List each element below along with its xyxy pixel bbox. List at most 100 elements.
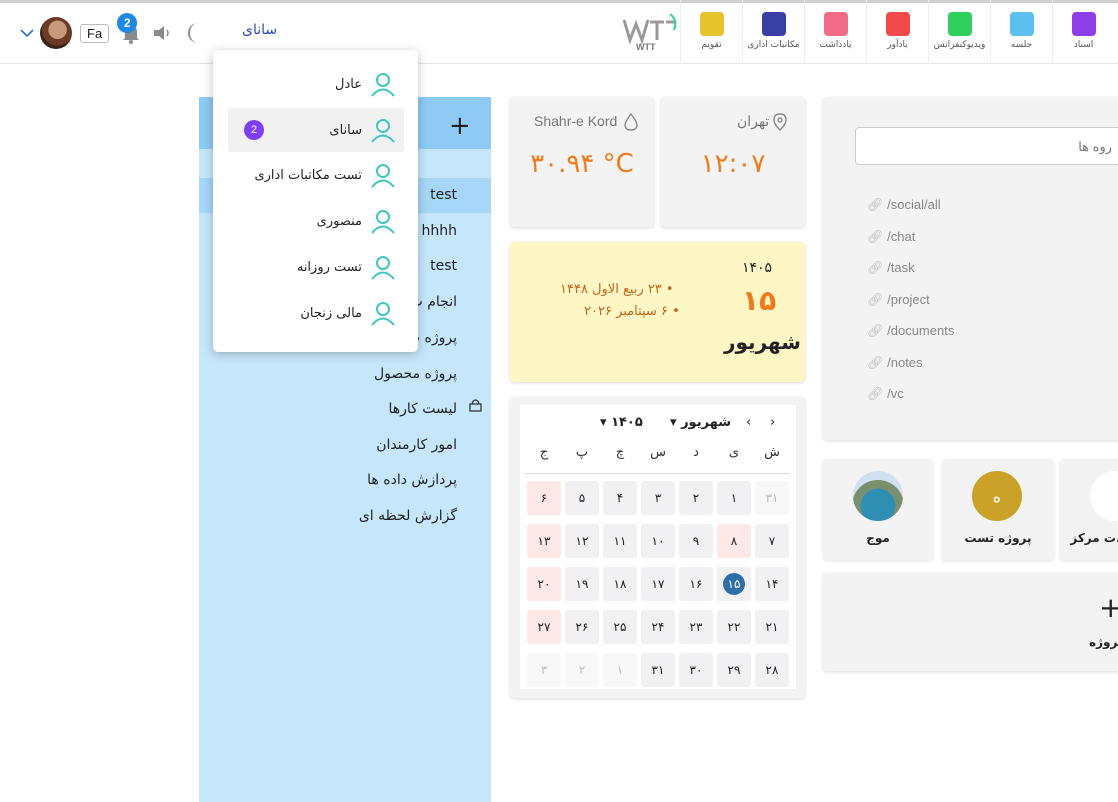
calendar-day[interactable]: ۲۸ (755, 653, 789, 687)
chevron-down-icon[interactable] (18, 24, 36, 42)
user-menu-item[interactable]: تست مکاتبات اداری (228, 153, 404, 197)
task-list-item[interactable]: پردازش داده ها (199, 463, 491, 498)
add-project-card[interactable]: + پروژه (823, 573, 1118, 671)
project-card[interactable]: ه پروژه تست (942, 459, 1054, 560)
calendar-day[interactable]: ۱۵ (717, 567, 751, 601)
route-link[interactable]: 🔗︎ /vc (867, 386, 904, 402)
notifications-button[interactable]: 2 (117, 13, 143, 45)
calendar-day[interactable]: ۳۰ (679, 653, 713, 687)
calendar-day[interactable]: ۱۶ (679, 567, 713, 601)
route-link[interactable]: 🔗︎ /social/all (867, 197, 941, 213)
moon-icon[interactable] (185, 22, 205, 44)
calendar-day[interactable]: ۳۱ (755, 481, 789, 515)
route-link[interactable]: 🔗︎ /documents (867, 323, 954, 339)
day-label: ۱۵ (742, 284, 777, 317)
calendar-day[interactable]: ۲۶ (565, 610, 599, 644)
calendar-day[interactable]: ۲۷ (527, 610, 561, 644)
calendar-day-number: ۲۳ (689, 620, 703, 634)
calendar-day[interactable]: ۳ (641, 481, 675, 515)
calendar-day[interactable]: ۱۰ (641, 524, 675, 558)
task-list-item[interactable]: پروژه محصول (199, 357, 491, 392)
user-menu-item[interactable]: تست روزانه (228, 245, 404, 289)
calendar-day[interactable]: ۱۹ (565, 567, 599, 601)
calendar-day[interactable]: ۴ (603, 481, 637, 515)
route-link[interactable]: 🔗︎ /notes (867, 355, 923, 371)
user-menu-item-label: تست مکاتبات اداری (254, 167, 362, 183)
calendar-day[interactable]: ۹ (679, 524, 713, 558)
app-alarm[interactable]: یادآور (866, 0, 928, 64)
calendar-day[interactable]: ۱۴ (755, 567, 789, 601)
calendar-day[interactable]: ۲۹ (717, 653, 751, 687)
calendar-day[interactable]: ۸ (717, 524, 751, 558)
mail-icon (761, 12, 786, 36)
calendar-day[interactable]: ۲۵ (603, 610, 637, 644)
gregorian-date: • ۶ سپتامبر ۲۰۲۶ (584, 304, 680, 319)
app-mail[interactable]: مکاتبات اداری (742, 0, 804, 64)
avatar[interactable] (40, 17, 72, 49)
calendar-day[interactable]: ۱ (717, 481, 751, 515)
month-label: شهریور (724, 330, 801, 354)
task-list-item[interactable]: لیست کارها (199, 392, 491, 427)
calendar-day[interactable]: ۳ (527, 653, 561, 687)
meeting-icon (1009, 12, 1034, 36)
app-label: تقویم (701, 40, 722, 50)
project-avatar (853, 471, 903, 521)
calendar-day[interactable]: ۲ (679, 481, 713, 515)
calendar-day[interactable]: ۷ (755, 524, 789, 558)
app-label: یادداشت (819, 40, 852, 50)
user-menu-item-label: مالی زنجان (300, 305, 362, 321)
calendar-day[interactable]: ۱ (603, 653, 637, 687)
calendar-day[interactable]: ۳۱ (641, 653, 675, 687)
app-calendar[interactable]: تقویم (680, 0, 742, 64)
calendar-day[interactable]: ۲۱ (755, 610, 789, 644)
calendar-day-number: ۸ (730, 534, 738, 548)
language-button[interactable]: Fa (80, 23, 110, 43)
app-note[interactable]: یادداشت (804, 0, 866, 64)
calendar-card: ‹ › ▾ شهریور ▾ ۱۴۰۵ شیدسچپج ۳۱ ۱ ۲ ۳ ۴ ۵ ۶ ۷ ۸ ۹ ۱… (510, 397, 805, 698)
user-menu-item[interactable]: مالی زنجان (228, 291, 404, 335)
task-list-item[interactable]: گزارش لحظه ای (199, 499, 491, 534)
calendar-day[interactable]: ۲۲ (717, 610, 751, 644)
project-card[interactable]: ت مرکز... (1060, 459, 1118, 560)
year-select[interactable]: ▾ ۱۴۰۵ (600, 415, 643, 430)
route-link[interactable]: 🔗︎ /chat (867, 229, 915, 245)
task-list-item[interactable]: امور کارمندان (199, 428, 491, 463)
user-menu-toggle[interactable]: سانای (242, 22, 277, 38)
app-meeting[interactable]: جلسه (990, 0, 1052, 64)
calendar-day[interactable]: ۱۳ (527, 524, 561, 558)
calendar-day[interactable]: ۶ (527, 481, 561, 515)
user-menu-item[interactable]: عادل (228, 62, 404, 106)
calendar-day[interactable]: ۲۴ (641, 610, 675, 644)
route-link[interactable]: 🔗︎ /task (867, 260, 915, 276)
add-task-button[interactable]: + (449, 111, 471, 141)
calendar: ‹ › ▾ شهریور ▾ ۱۴۰۵ شیدسچپج ۳۱ ۱ ۲ ۳ ۴ ۵ ۶ ۷ ۸ ۹ ۱… (520, 405, 796, 689)
project-card[interactable]: موج (823, 459, 933, 560)
route-link-text: /notes (887, 354, 923, 370)
user-menu-item[interactable]: 2 سانای (228, 108, 404, 152)
note-icon (823, 12, 848, 36)
speaker-icon[interactable] (151, 22, 173, 44)
app-launcher: تقویم مکاتبات اداری یادداشت یادآور ویدیوکنفر… (680, 0, 1114, 64)
search-input[interactable] (855, 127, 1118, 165)
calendar-day[interactable]: ۲۰ (527, 567, 561, 601)
calendar-day-number: ۱۷ (651, 577, 665, 591)
calendar-day[interactable]: ۱۱ (603, 524, 637, 558)
link-icon: 🔗︎ (867, 197, 888, 212)
route-link[interactable]: 🔗︎ /project (867, 292, 930, 308)
next-month-icon[interactable]: › (770, 415, 775, 430)
calendar-day[interactable]: ۱۲ (565, 524, 599, 558)
calendar-day[interactable]: ۲۳ (679, 610, 713, 644)
calendar-day[interactable]: ۱۷ (641, 567, 675, 601)
user-menu-item[interactable]: منصوری (228, 199, 404, 243)
app-label: اسناد (1073, 40, 1094, 50)
calendar-day[interactable]: ۵ (565, 481, 599, 515)
prev-month-icon[interactable]: ‹ (746, 415, 751, 430)
month-select[interactable]: ▾ شهریور (670, 415, 731, 430)
calendar-day-number: ۳۱ (651, 663, 665, 677)
calendar-day-number: ۲۰ (537, 577, 551, 591)
app-folder[interactable]: اسناد (1052, 0, 1114, 64)
calendar-day[interactable]: ۲ (565, 653, 599, 687)
calendar-day[interactable]: ۱۸ (603, 567, 637, 601)
project-label: پروژه تست (964, 531, 1032, 545)
app-video[interactable]: ویدیوکنفرانس (928, 0, 990, 64)
